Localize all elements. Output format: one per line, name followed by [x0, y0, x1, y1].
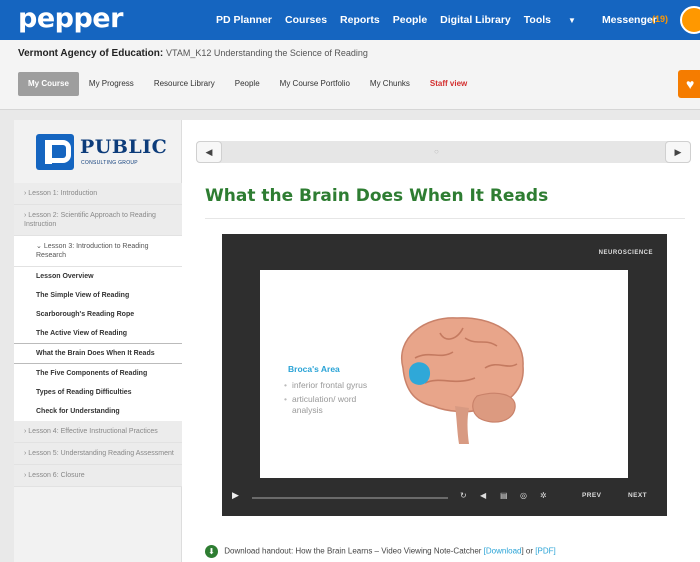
lesson-menu: Lesson 1: IntroductionLesson 2: Scientif…: [14, 183, 182, 487]
course-tabs: My Course My Progress Resource Library P…: [18, 72, 477, 96]
captions-icon[interactable]: ▤: [500, 491, 508, 500]
gear-icon[interactable]: ✲: [540, 491, 547, 500]
download-link[interactable]: [Download: [484, 547, 522, 556]
nav-tools-label: Tools: [523, 14, 552, 26]
sidebar-item[interactable]: Types of Reading Difficulties: [14, 383, 182, 402]
tab-my-chunks[interactable]: My Chunks: [360, 72, 420, 96]
sidebar-item[interactable]: The Five Components of Reading: [14, 364, 182, 383]
public-consulting-group-logo: PUBLIC CONSULTING GROUP: [36, 134, 176, 178]
zoom-icon[interactable]: ◎: [520, 491, 527, 500]
video-player[interactable]: NEUROSCIENCE Broca's Area inferior front…: [222, 234, 667, 516]
pdf-link[interactable]: [PDF]: [535, 547, 555, 556]
sidebar-item[interactable]: Lesson 5: Understanding Reading Assessme…: [14, 443, 182, 465]
nav-people[interactable]: People: [393, 14, 427, 26]
sidebar-item-current[interactable]: What the Brain Does When It Reads: [14, 343, 182, 364]
download-text: Download handout: How the Brain Learns –…: [224, 546, 482, 556]
top-navigation-bar: pepper PD Planner Courses Reports People…: [0, 0, 700, 40]
sidebar-item[interactable]: Lesson 2: Scientific Approach to Reading…: [14, 205, 182, 236]
chevron-down-icon: ▼: [568, 16, 576, 25]
sidebar-item[interactable]: Lesson 4: Effective Instructional Practi…: [14, 421, 182, 443]
favorite-button[interactable]: ♥: [678, 70, 700, 98]
pcg-mark-icon: [36, 134, 74, 170]
area-title: Broca's Area: [288, 364, 340, 374]
prev-button[interactable]: PREV: [582, 492, 601, 499]
brand-tagline: CONSULTING GROUP: [81, 160, 138, 166]
sidebar-item[interactable]: Check for Understanding: [14, 402, 182, 421]
nav-tools[interactable]: Tools ▼: [524, 14, 589, 26]
nav-pd-planner[interactable]: PD Planner: [216, 14, 272, 26]
next-button[interactable]: NEXT: [628, 492, 647, 499]
sidebar-item[interactable]: The Active View of Reading: [14, 324, 182, 343]
volume-icon[interactable]: ◀: [480, 491, 486, 500]
download-separator: ] or: [521, 546, 534, 556]
messenger-count-badge: (19): [652, 14, 669, 24]
course-name: VTAM_K12 Understanding the Science of Re…: [165, 48, 368, 58]
page-scroller[interactable]: ◀ ○ ▶: [196, 141, 691, 163]
agency-name: Vermont Agency of Education:: [18, 48, 164, 59]
pepper-logo[interactable]: pepper: [18, 3, 123, 34]
nav-messenger[interactable]: Messenger: [602, 14, 657, 26]
user-avatar[interactable]: [680, 6, 700, 34]
tab-my-course-portfolio[interactable]: My Course Portfolio: [270, 72, 360, 96]
sidebar-item[interactable]: Lesson 3: Introduction to Reading Resear…: [14, 236, 182, 267]
scroll-left-button[interactable]: ◀: [196, 141, 222, 163]
main-nav: PD Planner Courses Reports People Digita…: [216, 14, 670, 26]
scroll-thumb[interactable]: ○: [434, 147, 444, 157]
page-title: What the Brain Does When It Reads: [205, 186, 549, 206]
course-header: Vermont Agency of Education: VTAM_K12 Un…: [0, 40, 700, 110]
nav-digital-library[interactable]: Digital Library: [440, 14, 511, 26]
sidebar-item[interactable]: Lesson 1: Introduction: [14, 183, 182, 205]
tab-my-progress[interactable]: My Progress: [79, 72, 144, 96]
divider: [205, 218, 685, 219]
replay-icon[interactable]: ↻: [460, 491, 467, 500]
play-icon[interactable]: ▶: [232, 490, 239, 501]
nav-reports[interactable]: Reports: [340, 14, 380, 26]
download-line: ⬇ Download handout: How the Brain Learns…: [205, 545, 556, 558]
sidebar-item[interactable]: Scarborough's Reading Rope: [14, 305, 182, 324]
sidebar-item[interactable]: Lesson 6: Closure: [14, 465, 182, 487]
tab-people[interactable]: People: [225, 72, 270, 96]
tab-resource-library[interactable]: Resource Library: [144, 72, 225, 96]
progress-bar[interactable]: [252, 497, 448, 499]
area-bullets: inferior frontal gyrus articulation/ wor…: [284, 380, 384, 419]
download-icon[interactable]: ⬇: [205, 545, 218, 558]
heart-icon: ♥: [686, 76, 695, 92]
tab-staff-view[interactable]: Staff view: [420, 72, 477, 96]
brand-word: PUBLIC: [80, 136, 168, 158]
video-slide: Broca's Area inferior frontal gyrus arti…: [260, 270, 628, 478]
sidebar-item[interactable]: Lesson Overview: [14, 267, 182, 286]
bullet-item: inferior frontal gyrus: [284, 380, 384, 391]
course-title: Vermont Agency of Education: VTAM_K12 Un…: [18, 48, 368, 59]
bullet-item: articulation/ word analysis: [284, 394, 384, 416]
video-controls: ▶ ↻ ◀ ▤ ◎ ✲ PREV NEXT: [222, 488, 667, 508]
video-brand: NEUROSCIENCE: [598, 250, 653, 256]
scroll-right-button[interactable]: ▶: [665, 141, 691, 163]
tab-my-course[interactable]: My Course: [18, 72, 79, 96]
nav-courses[interactable]: Courses: [285, 14, 327, 26]
brain-illustration: [400, 317, 524, 444]
sidebar-item[interactable]: The Simple View of Reading: [14, 286, 182, 305]
